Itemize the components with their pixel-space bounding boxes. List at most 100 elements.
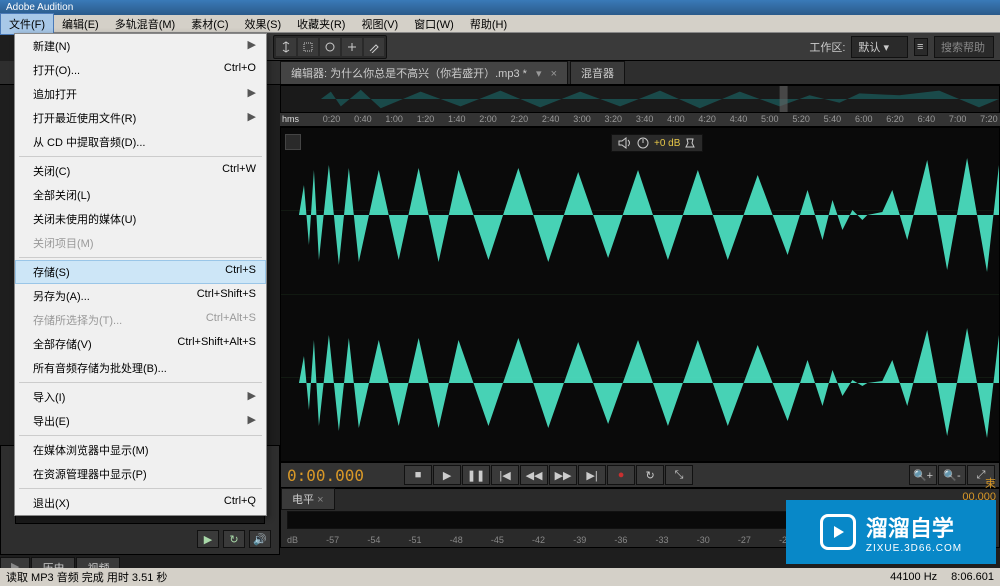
pause-button[interactable]: ❚❚: [462, 465, 490, 485]
watermark-play-icon: [820, 514, 856, 550]
menu-item[interactable]: 退出(X)Ctrl+Q: [15, 491, 266, 515]
menu-item[interactable]: 打开最近使用文件(R)▶: [15, 106, 266, 130]
menu-item[interactable]: 另存为(A)...Ctrl+Shift+S: [15, 284, 266, 308]
ruler-mark: 5:00: [761, 114, 779, 124]
menu-multitrack[interactable]: 多轨混音(M): [107, 14, 184, 34]
db-tick: -57: [326, 535, 339, 545]
workspace-menu-icon[interactable]: ≡: [914, 38, 928, 56]
ruler-mark: 1:40: [448, 114, 466, 124]
main-waveform[interactable]: +0 dB: [280, 127, 1000, 462]
ruler-mark: 2:40: [542, 114, 560, 124]
watermark-name: 溜溜自学: [866, 511, 962, 543]
skip-selection-button[interactable]: ⤡: [665, 465, 693, 485]
db-tick: -45: [491, 535, 504, 545]
forward-button[interactable]: ▶▶: [549, 465, 577, 485]
volume-icon: [618, 137, 632, 149]
ruler-mark: 2:20: [511, 114, 529, 124]
chevron-down-icon[interactable]: ▾: [536, 68, 542, 80]
levels-tab[interactable]: 电平 ×: [281, 488, 335, 510]
panel-play-icon[interactable]: ▶: [197, 530, 219, 548]
menu-edit[interactable]: 编辑(E): [54, 14, 107, 34]
record-button[interactable]: ●: [607, 465, 635, 485]
ruler-mark: 5:40: [824, 114, 842, 124]
ruler-mark: 1:20: [417, 114, 435, 124]
tab-editor[interactable]: 编辑器: 为什么你总是不高兴（你若盛开）.mp3 * ▾ ×: [280, 61, 568, 84]
menu-item[interactable]: 导入(I)▶: [15, 385, 266, 409]
play-button[interactable]: ▶: [433, 465, 461, 485]
ruler-mark: 1:00: [385, 114, 403, 124]
ruler-mark: 6:40: [918, 114, 936, 124]
ruler-mark: 3:00: [573, 114, 591, 124]
db-tick: -36: [614, 535, 627, 545]
menu-item[interactable]: 存储(S)Ctrl+S: [15, 260, 266, 284]
panel-loop-icon[interactable]: ↻: [223, 530, 245, 548]
tab-mixer[interactable]: 混音器: [570, 61, 625, 84]
menu-effects[interactable]: 效果(S): [237, 14, 290, 34]
menu-item[interactable]: 关闭(C)Ctrl+W: [15, 159, 266, 183]
watermark: 溜溜自学 ZIXUE.3D66.COM: [786, 500, 996, 564]
menu-favorites[interactable]: 收藏夹(R): [289, 14, 353, 34]
menu-bar: 文件(F) 编辑(E) 多轨混音(M) 素材(C) 效果(S) 收藏夹(R) 视…: [0, 15, 1000, 33]
status-samplerate: 44100 Hz: [890, 571, 937, 583]
gain-value: +0 dB: [654, 138, 680, 149]
menu-item[interactable]: 从 CD 中提取音频(D)...: [15, 130, 266, 154]
menu-help[interactable]: 帮助(H): [462, 14, 515, 34]
menu-item[interactable]: 打开(O)...Ctrl+O: [15, 58, 266, 82]
move-tool-icon[interactable]: [342, 38, 362, 56]
cursor-tool-icon[interactable]: [276, 38, 296, 56]
menu-item[interactable]: 所有音频存储为批处理(B)...: [15, 356, 266, 380]
menu-item[interactable]: 在资源管理器中显示(P): [15, 462, 266, 486]
select-tool-icon[interactable]: [298, 38, 318, 56]
watermark-url: ZIXUE.3D66.COM: [866, 543, 962, 554]
ruler-mark: 6:00: [855, 114, 873, 124]
time-tool-icon[interactable]: [320, 38, 340, 56]
ruler-mark: 3:20: [605, 114, 623, 124]
brush-tool-icon[interactable]: [364, 38, 384, 56]
ruler-mark: 7:00: [949, 114, 967, 124]
menu-window[interactable]: 窗口(W): [406, 14, 462, 34]
pin-icon[interactable]: [684, 137, 696, 149]
workspace-dropdown[interactable]: 默认 ▾: [851, 36, 908, 58]
gain-indicator[interactable]: +0 dB: [611, 134, 703, 152]
skip-start-button[interactable]: |◀: [491, 465, 519, 485]
menu-clip[interactable]: 素材(C): [183, 14, 236, 34]
menu-item[interactable]: 关闭未使用的媒体(U): [15, 207, 266, 231]
waveform-left-channel: [289, 140, 999, 290]
file-menu-dropdown: 新建(N)▶打开(O)...Ctrl+O追加打开▶打开最近使用文件(R)▶从 C…: [14, 33, 267, 516]
workspace-selector: 工作区: 默认 ▾ ≡ 搜索帮助: [809, 36, 994, 58]
menu-item[interactable]: 在媒体浏览器中显示(M): [15, 438, 266, 462]
loop-button[interactable]: ↻: [636, 465, 664, 485]
transport-bar: 0:00.000 ■ ▶ ❚❚ |◀ ◀◀ ▶▶ ▶| ● ↻ ⤡ 🔍+ 🔍- …: [280, 462, 1000, 488]
menu-item[interactable]: 全部关闭(L): [15, 183, 266, 207]
menu-item[interactable]: 追加打开▶: [15, 82, 266, 106]
gain-knob-icon: [636, 137, 650, 149]
db-tick: -51: [409, 535, 422, 545]
stop-button[interactable]: ■: [404, 465, 432, 485]
db-tick: -54: [367, 535, 380, 545]
ruler-mark: 4:20: [698, 114, 716, 124]
panel-autoplay-icon[interactable]: 🔊: [249, 530, 271, 548]
search-help-input[interactable]: 搜索帮助: [934, 36, 994, 58]
menu-file[interactable]: 文件(F): [0, 13, 54, 35]
close-icon[interactable]: ×: [551, 68, 557, 80]
db-tick: -48: [450, 535, 463, 545]
status-text: 读取 MP3 音频 完成 用时 3.51 秒: [6, 569, 167, 585]
menu-item[interactable]: 全部存储(V)Ctrl+Shift+Alt+S: [15, 332, 266, 356]
ruler-unit: hms: [282, 114, 299, 124]
rewind-button[interactable]: ◀◀: [520, 465, 548, 485]
transport-controls: ■ ▶ ❚❚ |◀ ◀◀ ▶▶ ▶| ● ↻ ⤡: [404, 465, 693, 485]
app-title: Adobe Audition: [6, 2, 73, 13]
status-duration: 8:06.601: [951, 571, 994, 583]
waveform-overview[interactable]: [280, 85, 1000, 113]
menu-item[interactable]: 新建(N)▶: [15, 34, 266, 58]
menu-item[interactable]: 导出(E)▶: [15, 409, 266, 433]
db-tick: dB: [287, 535, 298, 545]
skip-end-button[interactable]: ▶|: [578, 465, 606, 485]
timecode-display[interactable]: 0:00.000: [281, 466, 364, 485]
ruler-mark: 7:20: [980, 114, 998, 124]
time-ruler[interactable]: hms 0:200:401:001:201:402:002:202:403:00…: [280, 113, 1000, 127]
menu-item: 关闭项目(M): [15, 231, 266, 255]
ruler-mark: 0:40: [354, 114, 372, 124]
menu-view[interactable]: 视图(V): [353, 14, 406, 34]
ruler-mark: 2:00: [479, 114, 497, 124]
